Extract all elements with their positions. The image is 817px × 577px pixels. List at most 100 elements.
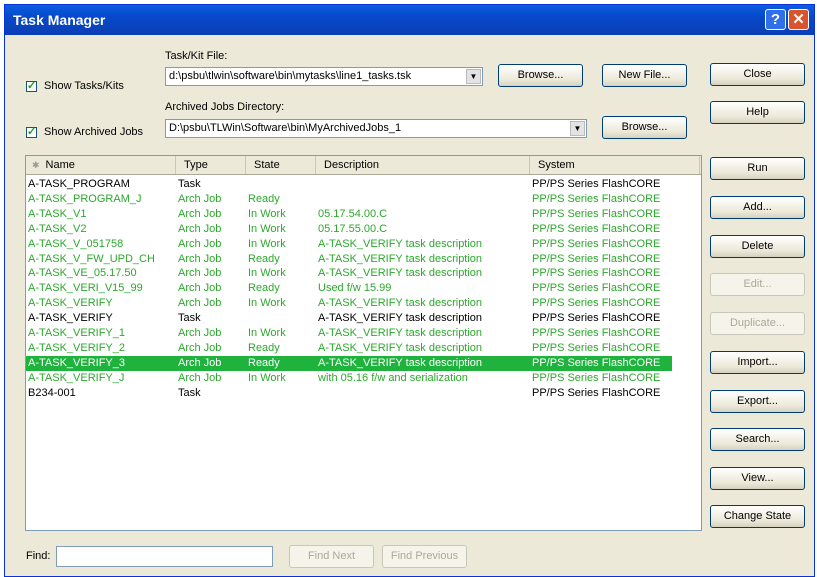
find-next-button[interactable]: Find Next (289, 545, 374, 568)
cell-type: Arch Job (178, 192, 222, 205)
cell-system: PP/PS Series FlashCORE (532, 371, 661, 384)
table-row[interactable]: A-TASK_VERIFY_J Arch Job In Work with 05.16… (26, 371, 672, 386)
chevron-down-icon[interactable]: ▼ (570, 121, 585, 136)
cell-system: PP/PS Series FlashCORE (532, 207, 661, 220)
cell-system: PP/PS Series FlashCORE (532, 327, 661, 339)
help-button[interactable]: Help (710, 101, 805, 124)
cell-type: Arch Job (178, 252, 222, 265)
cell-state: In Work (248, 207, 286, 220)
archived-dir-combo[interactable]: D:\psbu\TLWin\Software\bin\MyArchivedJob… (165, 119, 587, 138)
cell-system: PP/PS Series FlashCORE (532, 222, 661, 235)
cell-description: A-TASK_VERIFY task description (318, 297, 483, 310)
table-row[interactable]: A-TASK_V2 Arch Job In Work 05.17.55.00.C PP/… (26, 222, 672, 237)
table-row[interactable]: A-TASK_PROGRAM Task PP/PS Series FlashCORE (26, 177, 672, 192)
column-header-state[interactable]: State (246, 156, 316, 174)
cell-system: PP/PS Series FlashCORE (532, 312, 661, 325)
find-label: Find: (26, 550, 51, 562)
help-title-button[interactable]: ? (765, 9, 786, 30)
run-button[interactable]: Run (710, 157, 805, 180)
cell-system: PP/PS Series FlashCORE (532, 267, 661, 280)
cell-name: A-TASK_VERIFY (28, 312, 113, 325)
table-row[interactable]: A-TASK_V_051758 Arch Job In Work A-TASK_VER… (26, 237, 672, 252)
table-row[interactable]: A-TASK_V1 Arch Job In Work 05.17.54.00.C PP/… (26, 207, 672, 222)
cell-type: Task (178, 178, 201, 190)
cell-description: A-TASK_VERIFY task description (318, 252, 483, 265)
table-row[interactable]: A-TASK_V_FW_UPD_CH Arch Job Ready A-TASK_VE… (26, 252, 672, 267)
window-title: Task Manager (13, 12, 106, 28)
close-title-button[interactable]: ✕ (788, 9, 809, 30)
taskkit-file-label: Task/Kit File: (165, 50, 228, 62)
table-row[interactable]: A-TASK_VERIFY_1 Arch Job In Work A-TASK_VER… (26, 326, 672, 341)
duplicate-button[interactable]: Duplicate... (710, 312, 805, 335)
cell-name: A-TASK_VERIFY_1 (28, 327, 125, 339)
cell-description: 05.17.54.00.C (318, 207, 388, 220)
close-button[interactable]: Close (710, 63, 805, 86)
cell-description: A-TASK_VERIFY task description (318, 237, 483, 250)
change-state-button[interactable]: Change State (710, 505, 805, 528)
table-row[interactable]: A-TASK_VERIFY_3 Arch Job Ready A-TASK_VERIF… (26, 355, 672, 371)
cell-system: PP/PS Series FlashCORE (532, 297, 661, 310)
browse-archived-button[interactable]: Browse... (602, 116, 687, 139)
table-row[interactable]: A-TASK_VERIFY_2 Arch Job Ready A-TASK_VERIF… (26, 341, 672, 356)
cell-type: Arch Job (178, 341, 222, 354)
table-row[interactable]: B234-001 Task PP/PS Series FlashCORE (26, 386, 672, 401)
column-header-type[interactable]: Type (176, 156, 246, 174)
taskkit-file-combo[interactable]: d:\psbu\tlwin\software\bin\mytasks\line1… (165, 67, 483, 86)
cell-state: Ready (248, 282, 280, 295)
table-row[interactable]: A-TASK_PROGRAM_J Arch Job Ready PP/PS Serie… (26, 192, 672, 207)
task-manager-window: Task Manager ? ✕ Task/Kit File: Show Tas… (4, 4, 815, 577)
column-header-description[interactable]: Description (316, 156, 530, 174)
table-row[interactable]: A-TASK_VERIFY Task A-TASK_VERIFY task desc… (26, 311, 672, 326)
show-archived-checkbox[interactable] (26, 125, 37, 138)
cell-description: 05.17.55.00.C (318, 222, 388, 235)
task-list-grid[interactable]: ✱ Name Type State Description System A-TA… (25, 155, 702, 531)
cell-state: In Work (248, 267, 286, 280)
cell-type: Arch Job (178, 207, 222, 220)
new-file-button[interactable]: New File... (602, 64, 687, 87)
cell-description: A-TASK_VERIFY task description (318, 267, 483, 280)
title-bar: Task Manager ? ✕ (5, 5, 814, 35)
show-archived-label: Show Archived Jobs (44, 126, 144, 138)
cell-state: Ready (248, 341, 280, 354)
edit-button[interactable]: Edit... (710, 273, 805, 296)
column-header-name[interactable]: ✱ Name (26, 156, 176, 174)
cell-name: A-TASK_VERIFY_3 (28, 356, 125, 369)
column-icon: ✱ (32, 160, 40, 170)
import-button[interactable]: Import... (710, 351, 805, 374)
table-row[interactable]: A-TASK_VERI_V15_99 Arch Job Ready Used f/w … (26, 281, 672, 296)
show-tasks-checkbox[interactable] (26, 79, 37, 92)
cell-name: A-TASK_V_FW_UPD_CH (28, 252, 155, 265)
chevron-down-icon[interactable]: ▼ (466, 69, 481, 84)
view-button[interactable]: View... (710, 467, 805, 490)
cell-type: Arch Job (178, 237, 222, 250)
table-row[interactable]: A-TASK_VE_05.17.50 Arch Job In Work A-TASK_… (26, 266, 672, 281)
column-header-system[interactable]: System (530, 156, 700, 174)
find-input[interactable] (56, 546, 273, 567)
cell-state: Ready (248, 356, 280, 369)
cell-type: Arch Job (178, 327, 222, 339)
cell-name: A-TASK_V2 (28, 222, 87, 235)
grid-header: ✱ Name Type State Description System (26, 156, 701, 175)
cell-name: A-TASK_VERIFY_J (28, 371, 125, 384)
cell-system: PP/PS Series FlashCORE (532, 386, 661, 399)
cell-name: A-TASK_VE_05.17.50 (28, 267, 137, 280)
browse-task-file-button[interactable]: Browse... (498, 64, 583, 87)
export-button[interactable]: Export... (710, 390, 805, 413)
taskkit-file-value: d:\psbu\tlwin\software\bin\mytasks\line1… (169, 70, 412, 82)
search-button[interactable]: Search... (710, 428, 805, 451)
table-row[interactable]: A-TASK_VERIFY Arch Job In Work A-TASK_VERIF… (26, 296, 672, 311)
cell-type: Arch Job (178, 267, 222, 280)
cell-name: A-TASK_PROGRAM (28, 178, 130, 190)
cell-system: PP/PS Series FlashCORE (532, 282, 661, 295)
show-tasks-label: Show Tasks/Kits (44, 80, 124, 92)
cell-type: Arch Job (178, 371, 222, 384)
cell-name: B234-001 (28, 386, 76, 399)
cell-name: A-TASK_VERIFY_2 (28, 341, 125, 354)
cell-type: Arch Job (178, 282, 222, 295)
delete-button[interactable]: Delete (710, 235, 805, 258)
cell-type: Arch Job (178, 222, 222, 235)
add-button[interactable]: Add... (710, 196, 805, 219)
cell-system: PP/PS Series FlashCORE (532, 192, 661, 205)
find-previous-button[interactable]: Find Previous (382, 545, 467, 568)
cell-state: In Work (248, 237, 286, 250)
